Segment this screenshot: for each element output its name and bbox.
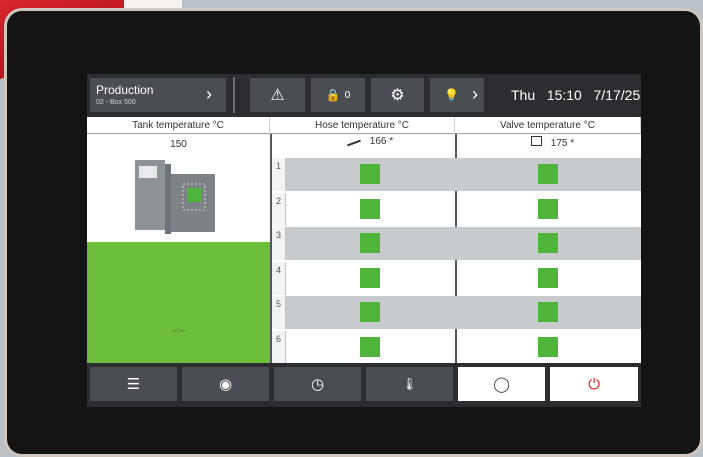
hose-status-indicator[interactable] bbox=[360, 233, 380, 253]
zone-row[interactable]: 6 bbox=[272, 330, 641, 364]
valve-status-indicator[interactable] bbox=[538, 198, 558, 219]
header-divider bbox=[233, 77, 235, 113]
bulb-icon: 💡 bbox=[444, 88, 459, 102]
hose-temperature-header: Hose temperature °C bbox=[270, 117, 455, 134]
lock-icon: 🔒 bbox=[325, 88, 341, 102]
zone-number-cell: 5 bbox=[272, 296, 286, 329]
hose-status-indicator[interactable] bbox=[360, 267, 380, 288]
valve-status-indicator[interactable] bbox=[538, 336, 558, 357]
production-title: Production bbox=[96, 83, 154, 97]
thermometer-button[interactable]: 🌡 bbox=[366, 367, 453, 401]
hose-status-indicator[interactable] bbox=[360, 336, 380, 357]
view-button[interactable]: ◉ bbox=[182, 367, 269, 401]
tank-temperature-value: 150 bbox=[170, 139, 187, 150]
zone-number-cell: 1 bbox=[272, 158, 286, 191]
zone-row[interactable]: 4 bbox=[272, 261, 641, 295]
gauge-icon: ◷ bbox=[310, 376, 325, 393]
lock-button[interactable]: 🔒 0 bbox=[311, 78, 365, 112]
hose-status-indicator[interactable] bbox=[360, 302, 380, 322]
production-button[interactable]: Production 02 - Box 500 › bbox=[90, 78, 226, 112]
zone-number-cell: 2 bbox=[272, 192, 286, 226]
melter-icon bbox=[135, 160, 215, 234]
zone-number: 5 bbox=[276, 299, 282, 309]
chevron-right-icon: › bbox=[472, 84, 478, 104]
zone-number: 2 bbox=[276, 195, 282, 206]
hose-status-indicator[interactable] bbox=[360, 164, 380, 184]
hose-temperature-value: 166 * bbox=[369, 136, 394, 147]
top-bar: Production 02 - Box 500 › ⚠ 🔒 0 ⚙ 💡 › Th… bbox=[87, 74, 641, 117]
tank-level-value: --:-- bbox=[172, 326, 185, 335]
thermometer-icon: 🌡 bbox=[401, 377, 418, 391]
warning-icon: ⚠ bbox=[270, 87, 285, 104]
zone-row[interactable]: 1 bbox=[272, 158, 641, 191]
tank-level-block: --:-- bbox=[87, 242, 270, 363]
light-button[interactable]: 💡 › bbox=[430, 78, 484, 112]
valve-status-indicator[interactable] bbox=[538, 267, 558, 288]
clock-icon: ◯ bbox=[493, 376, 510, 393]
gauge-button[interactable]: ◷ bbox=[274, 367, 361, 401]
hose-icon bbox=[347, 139, 361, 147]
day-label: Thu bbox=[511, 87, 536, 103]
power-button[interactable]: ⏻ bbox=[550, 367, 638, 401]
zone-row[interactable]: 5 bbox=[272, 296, 641, 329]
valve-status-indicator[interactable] bbox=[538, 302, 558, 322]
standby-button[interactable]: ◯ bbox=[458, 367, 545, 401]
hose-status-indicator[interactable] bbox=[360, 198, 380, 219]
valve-temperature-value: 175 * bbox=[550, 138, 575, 149]
time-label: 15:10 bbox=[546, 87, 582, 103]
zone-number: 6 bbox=[276, 333, 282, 344]
warning-button[interactable]: ⚠ bbox=[250, 78, 305, 112]
bottom-bar: ☰ ◉ ◷ 🌡 ◯ ⏻ bbox=[87, 363, 641, 407]
lock-count: 0 bbox=[344, 89, 351, 101]
zone-number: 4 bbox=[276, 264, 282, 275]
eye-icon: ◉ bbox=[218, 376, 233, 393]
chevron-right-icon: › bbox=[206, 84, 212, 104]
valve-icon bbox=[531, 136, 542, 146]
zone-number-cell: 4 bbox=[272, 261, 286, 295]
zone-number-cell: 3 bbox=[272, 227, 286, 260]
valve-status-indicator[interactable] bbox=[538, 233, 558, 253]
valve-temperature-header: Valve temperature °C bbox=[455, 117, 641, 134]
tank-temperature-header: Tank temperature °C bbox=[87, 117, 270, 134]
hmi-screen: Production 02 - Box 500 › ⚠ 🔒 0 ⚙ 💡 › Th… bbox=[87, 74, 641, 407]
zone-row[interactable]: 2 bbox=[272, 192, 641, 226]
zone-number-cell: 6 bbox=[272, 330, 286, 364]
list-button[interactable]: ☰ bbox=[90, 367, 177, 401]
list-icon: ☰ bbox=[126, 376, 141, 393]
production-subtitle: 02 - Box 500 bbox=[96, 99, 136, 106]
globe-icon: ⚙ bbox=[390, 87, 405, 104]
zone-number: 3 bbox=[276, 230, 282, 240]
zone-number: 1 bbox=[276, 161, 282, 171]
hose-temperature-row: 166 * bbox=[347, 136, 393, 147]
date-time: Thu 15:10 7/17/25 bbox=[511, 87, 640, 103]
date-label: 7/17/25 bbox=[593, 87, 641, 103]
valve-status-indicator[interactable] bbox=[538, 164, 558, 184]
valve-temperature-row: 175 * bbox=[531, 136, 574, 149]
zone-row[interactable]: 3 bbox=[272, 227, 641, 260]
globe-button[interactable]: ⚙ bbox=[371, 78, 424, 112]
power-icon: ⏻ bbox=[588, 375, 600, 393]
